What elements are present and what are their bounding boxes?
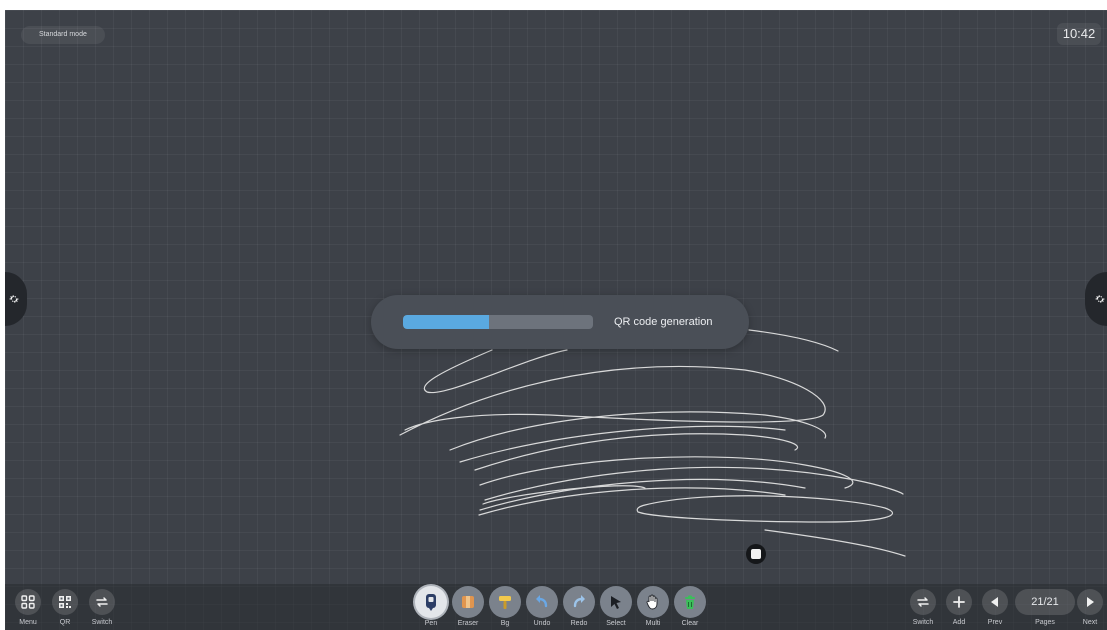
page-counter[interactable]: 21/21 <box>1015 589 1075 615</box>
background-label: Bg <box>500 620 510 627</box>
multi-label: Multi <box>645 620 661 627</box>
qr-code-icon <box>52 589 78 615</box>
qr-label: QR <box>59 619 71 626</box>
pen-icon <box>415 586 447 618</box>
qr-progress-toast: QR code generation <box>371 295 749 349</box>
multi-touch-icon <box>637 586 669 618</box>
menu-button[interactable]: Menu <box>11 584 45 628</box>
switch-button-left[interactable]: Switch <box>85 584 119 628</box>
progress-bar <box>403 315 593 329</box>
stop-button[interactable] <box>746 544 766 564</box>
switch-button-right[interactable]: Switch <box>906 584 940 628</box>
qr-button[interactable]: QR <box>48 584 82 628</box>
progress-label: QR code generation <box>614 316 713 328</box>
trash-icon <box>674 586 706 618</box>
next-page-button[interactable]: Next <box>1073 584 1107 628</box>
switch-label-right: Switch <box>912 619 934 626</box>
redo-label: Redo <box>570 620 588 627</box>
switch-icon <box>910 589 936 615</box>
background-brush-icon <box>489 586 521 618</box>
eraser-button[interactable]: Eraser <box>450 584 486 629</box>
switch-icon <box>89 589 115 615</box>
bottom-toolbar: Menu QR Switch Pen Eraser Bg Undo Redo S… <box>5 584 1107 630</box>
pen-label: Pen <box>424 620 438 627</box>
next-label: Next <box>1082 619 1098 626</box>
add-icon <box>946 589 972 615</box>
add-page-button[interactable]: Add <box>942 584 976 628</box>
next-icon <box>1077 589 1103 615</box>
stop-icon <box>751 549 761 559</box>
pen-button[interactable]: Pen <box>413 584 449 629</box>
progress-fill <box>403 315 489 329</box>
prev-label: Prev <box>987 619 1003 626</box>
undo-label: Undo <box>533 620 551 627</box>
select-button[interactable]: Select <box>598 584 634 629</box>
whiteboard-canvas[interactable]: Standard mode 10:42 QR code generation M… <box>5 10 1107 630</box>
redo-button[interactable]: Redo <box>561 584 597 629</box>
menu-label: Menu <box>19 619 37 626</box>
undo-button[interactable]: Undo <box>524 584 560 629</box>
switch-label-left: Switch <box>91 619 113 626</box>
undo-icon <box>526 586 558 618</box>
clear-button[interactable]: Clear <box>672 584 708 629</box>
redo-icon <box>563 586 595 618</box>
menu-grid-icon <box>15 589 41 615</box>
add-label: Add <box>952 619 966 626</box>
select-cursor-icon <box>600 586 632 618</box>
pages-label: Pages <box>1035 619 1055 626</box>
prev-icon <box>982 589 1008 615</box>
clear-label: Clear <box>681 620 699 627</box>
multi-button[interactable]: Multi <box>635 584 671 629</box>
prev-page-button[interactable]: Prev <box>978 584 1012 628</box>
eraser-icon <box>452 586 484 618</box>
eraser-label: Eraser <box>457 620 479 627</box>
background-button[interactable]: Bg <box>487 584 523 629</box>
select-label: Select <box>606 620 626 627</box>
